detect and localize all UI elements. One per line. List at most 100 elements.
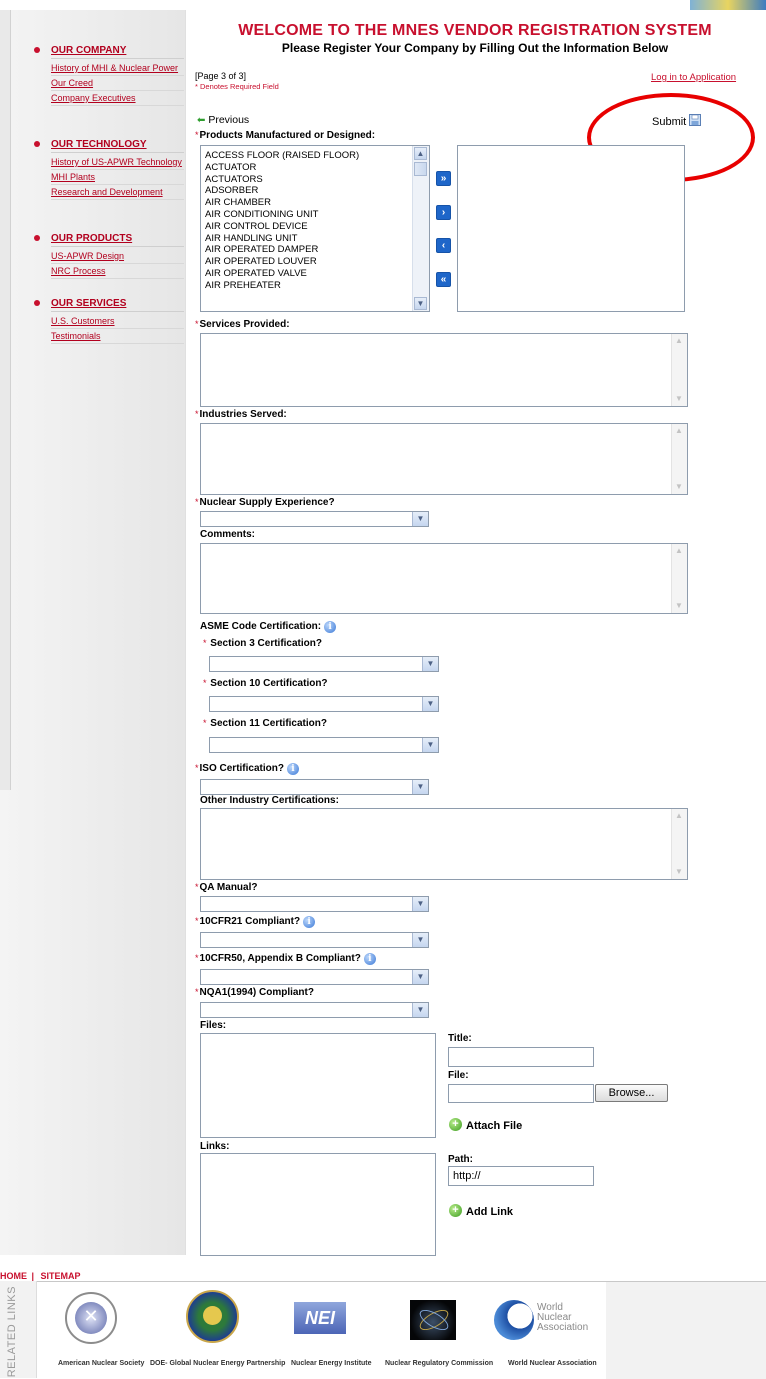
nav-item-history-mhi[interactable]: History of MHI & Nuclear Power <box>51 61 184 76</box>
option[interactable]: AIR CONTROL DEVICE <box>205 221 359 233</box>
doe-logo[interactable] <box>186 1290 239 1343</box>
option[interactable]: AIR OPERATED LOUVER <box>205 256 359 268</box>
doe-caption[interactable]: DOE- Global Nuclear Energy Partnership <box>150 1360 285 1367</box>
scroll-up-icon[interactable]: ▲ <box>414 147 427 160</box>
wna-logo[interactable] <box>494 1300 534 1340</box>
nav-item-us-apwr-design[interactable]: US-APWR Design <box>51 249 184 264</box>
option[interactable]: AIR HANDLING UNIT <box>205 233 359 245</box>
nav-item-our-creed[interactable]: Our Creed <box>51 76 184 91</box>
move-right-button[interactable]: › <box>436 205 451 220</box>
move-all-right-button[interactable]: » <box>436 171 451 186</box>
nei-logo[interactable]: NEI <box>294 1302 346 1334</box>
cfr50-label: *10CFR50, Appendix B Compliant? i <box>195 953 376 965</box>
move-all-left-button[interactable]: « <box>436 272 451 287</box>
related-links-tab: RELATED LINKS <box>0 1281 37 1378</box>
chevron-down-icon: ▼ <box>412 933 428 947</box>
required-note: * Denotes Required Field <box>195 82 279 91</box>
scroll-thumb[interactable] <box>414 162 427 176</box>
products-available-list[interactable]: ACCESS FLOOR (RAISED FLOOR) ACTUATOR ACT… <box>200 145 430 312</box>
section10-select[interactable]: ▼ <box>209 696 439 712</box>
add-icon[interactable]: + <box>449 1204 462 1217</box>
textarea-scrollbar[interactable]: ▲ ▼ <box>671 334 687 406</box>
nav-heading-our-company[interactable]: OUR COMPANY <box>51 45 184 59</box>
bullet-icon <box>34 300 40 306</box>
nav-item-mhi-plants[interactable]: MHI Plants <box>51 170 184 185</box>
page-title: WELCOME TO THE MNES VENDOR REGISTRATION … <box>238 22 712 39</box>
nuclear-experience-select[interactable]: ▼ <box>200 511 429 527</box>
services-textarea[interactable]: ▲ ▼ <box>200 333 688 407</box>
path-input[interactable]: http:// <box>448 1166 594 1186</box>
nei-caption[interactable]: Nuclear Energy Institute <box>291 1360 372 1367</box>
move-left-button[interactable]: ‹ <box>436 238 451 253</box>
footer-sitemap-link[interactable]: SITEMAP <box>40 1271 80 1281</box>
nav-item-testimonials[interactable]: Testimonials <box>51 329 184 344</box>
nav-item-nrc-process[interactable]: NRC Process <box>51 264 184 279</box>
other-certifications-label: Other Industry Certifications: <box>200 795 339 806</box>
nav-item-us-customers[interactable]: U.S. Customers <box>51 314 184 329</box>
textarea-scrollbar[interactable]: ▲ ▼ <box>671 424 687 494</box>
option[interactable]: ADSORBER <box>205 185 359 197</box>
option[interactable]: AIR CONDITIONING UNIT <box>205 209 359 221</box>
previous-button[interactable]: ⬅ Previous <box>197 114 249 126</box>
section11-select[interactable]: ▼ <box>209 737 439 753</box>
ans-logo[interactable]: ✕ <box>65 1292 117 1344</box>
option[interactable]: AIR CHAMBER <box>205 197 359 209</box>
textarea-scrollbar[interactable]: ▲ ▼ <box>671 809 687 879</box>
nav-heading-our-services[interactable]: OUR SERVICES <box>51 298 184 312</box>
info-icon[interactable]: i <box>303 916 316 928</box>
chevron-down-icon: ▼ <box>422 697 438 711</box>
title-input[interactable] <box>448 1047 594 1067</box>
qa-manual-select[interactable]: ▼ <box>200 896 429 912</box>
links-list[interactable] <box>200 1153 436 1256</box>
scroll-down-icon[interactable]: ▼ <box>414 297 427 310</box>
comments-label: Comments: <box>200 529 256 540</box>
add-link-button[interactable]: Add Link <box>466 1206 513 1218</box>
section3-label: * Section 3 Certification? <box>203 638 322 649</box>
file-input[interactable] <box>448 1084 594 1103</box>
banner-art <box>690 0 766 10</box>
option[interactable]: AIR PREHEATER <box>205 280 359 292</box>
wna-caption[interactable]: World Nuclear Association <box>508 1360 597 1367</box>
nrc-caption[interactable]: Nuclear Regulatory Commission <box>385 1360 493 1367</box>
files-list[interactable] <box>200 1033 436 1138</box>
other-certifications-textarea[interactable]: ▲ ▼ <box>200 808 688 880</box>
option[interactable]: ACTUATOR <box>205 162 359 174</box>
add-icon[interactable]: + <box>449 1118 462 1131</box>
option[interactable]: ACCESS FLOOR (RAISED FLOOR) <box>205 150 359 162</box>
info-icon[interactable]: i <box>286 763 299 775</box>
nav-item-company-executives[interactable]: Company Executives <box>51 91 184 106</box>
nav-heading-our-products[interactable]: OUR PRODUCTS <box>51 233 184 247</box>
ans-caption[interactable]: American Nuclear Society <box>58 1360 144 1367</box>
nqa1-select[interactable]: ▼ <box>200 1002 429 1018</box>
nav-item-history-us-apwr[interactable]: History of US-APWR Technology <box>51 155 184 170</box>
nrc-logo[interactable] <box>410 1300 456 1340</box>
list-scrollbar[interactable]: ▲ ▼ <box>412 146 429 311</box>
option[interactable]: AIR OPERATED VALVE <box>205 268 359 280</box>
section3-select[interactable]: ▼ <box>209 656 439 672</box>
footer-nav: HOME | SITEMAP <box>0 1266 766 1281</box>
option[interactable]: ACTUATORS <box>205 174 359 186</box>
comments-textarea[interactable]: ▲ ▼ <box>200 543 688 614</box>
nav-heading-our-technology[interactable]: OUR TECHNOLOGY <box>51 139 184 153</box>
cfr50-select[interactable]: ▼ <box>200 969 429 985</box>
title-label: Title: <box>448 1033 472 1044</box>
path-label: Path: <box>448 1154 473 1165</box>
qa-manual-label: *QA Manual? <box>195 882 258 893</box>
textarea-scrollbar[interactable]: ▲ ▼ <box>671 544 687 613</box>
chevron-down-icon: ▼ <box>412 970 428 984</box>
login-link[interactable]: Log in to Application <box>651 72 736 83</box>
attach-file-button[interactable]: Attach File <box>466 1120 522 1132</box>
nav-section-our-technology: OUR TECHNOLOGY History of US-APWR Techno… <box>34 139 184 200</box>
info-icon[interactable]: i <box>324 621 337 633</box>
products-selected-list[interactable] <box>457 145 685 312</box>
option[interactable]: AIR OPERATED DAMPER <box>205 244 359 256</box>
nav-section-our-products: OUR PRODUCTS US-APWR Design NRC Process <box>34 233 184 279</box>
nav-item-research-development[interactable]: Research and Development <box>51 185 184 200</box>
cfr21-select[interactable]: ▼ <box>200 932 429 948</box>
info-icon[interactable]: i <box>363 953 376 965</box>
industries-textarea[interactable]: ▲ ▼ <box>200 423 688 495</box>
footer-home-link[interactable]: HOME <box>0 1271 27 1281</box>
bullet-icon <box>34 235 40 241</box>
iso-select[interactable]: ▼ <box>200 779 429 795</box>
browse-button[interactable]: Browse... <box>595 1084 668 1102</box>
